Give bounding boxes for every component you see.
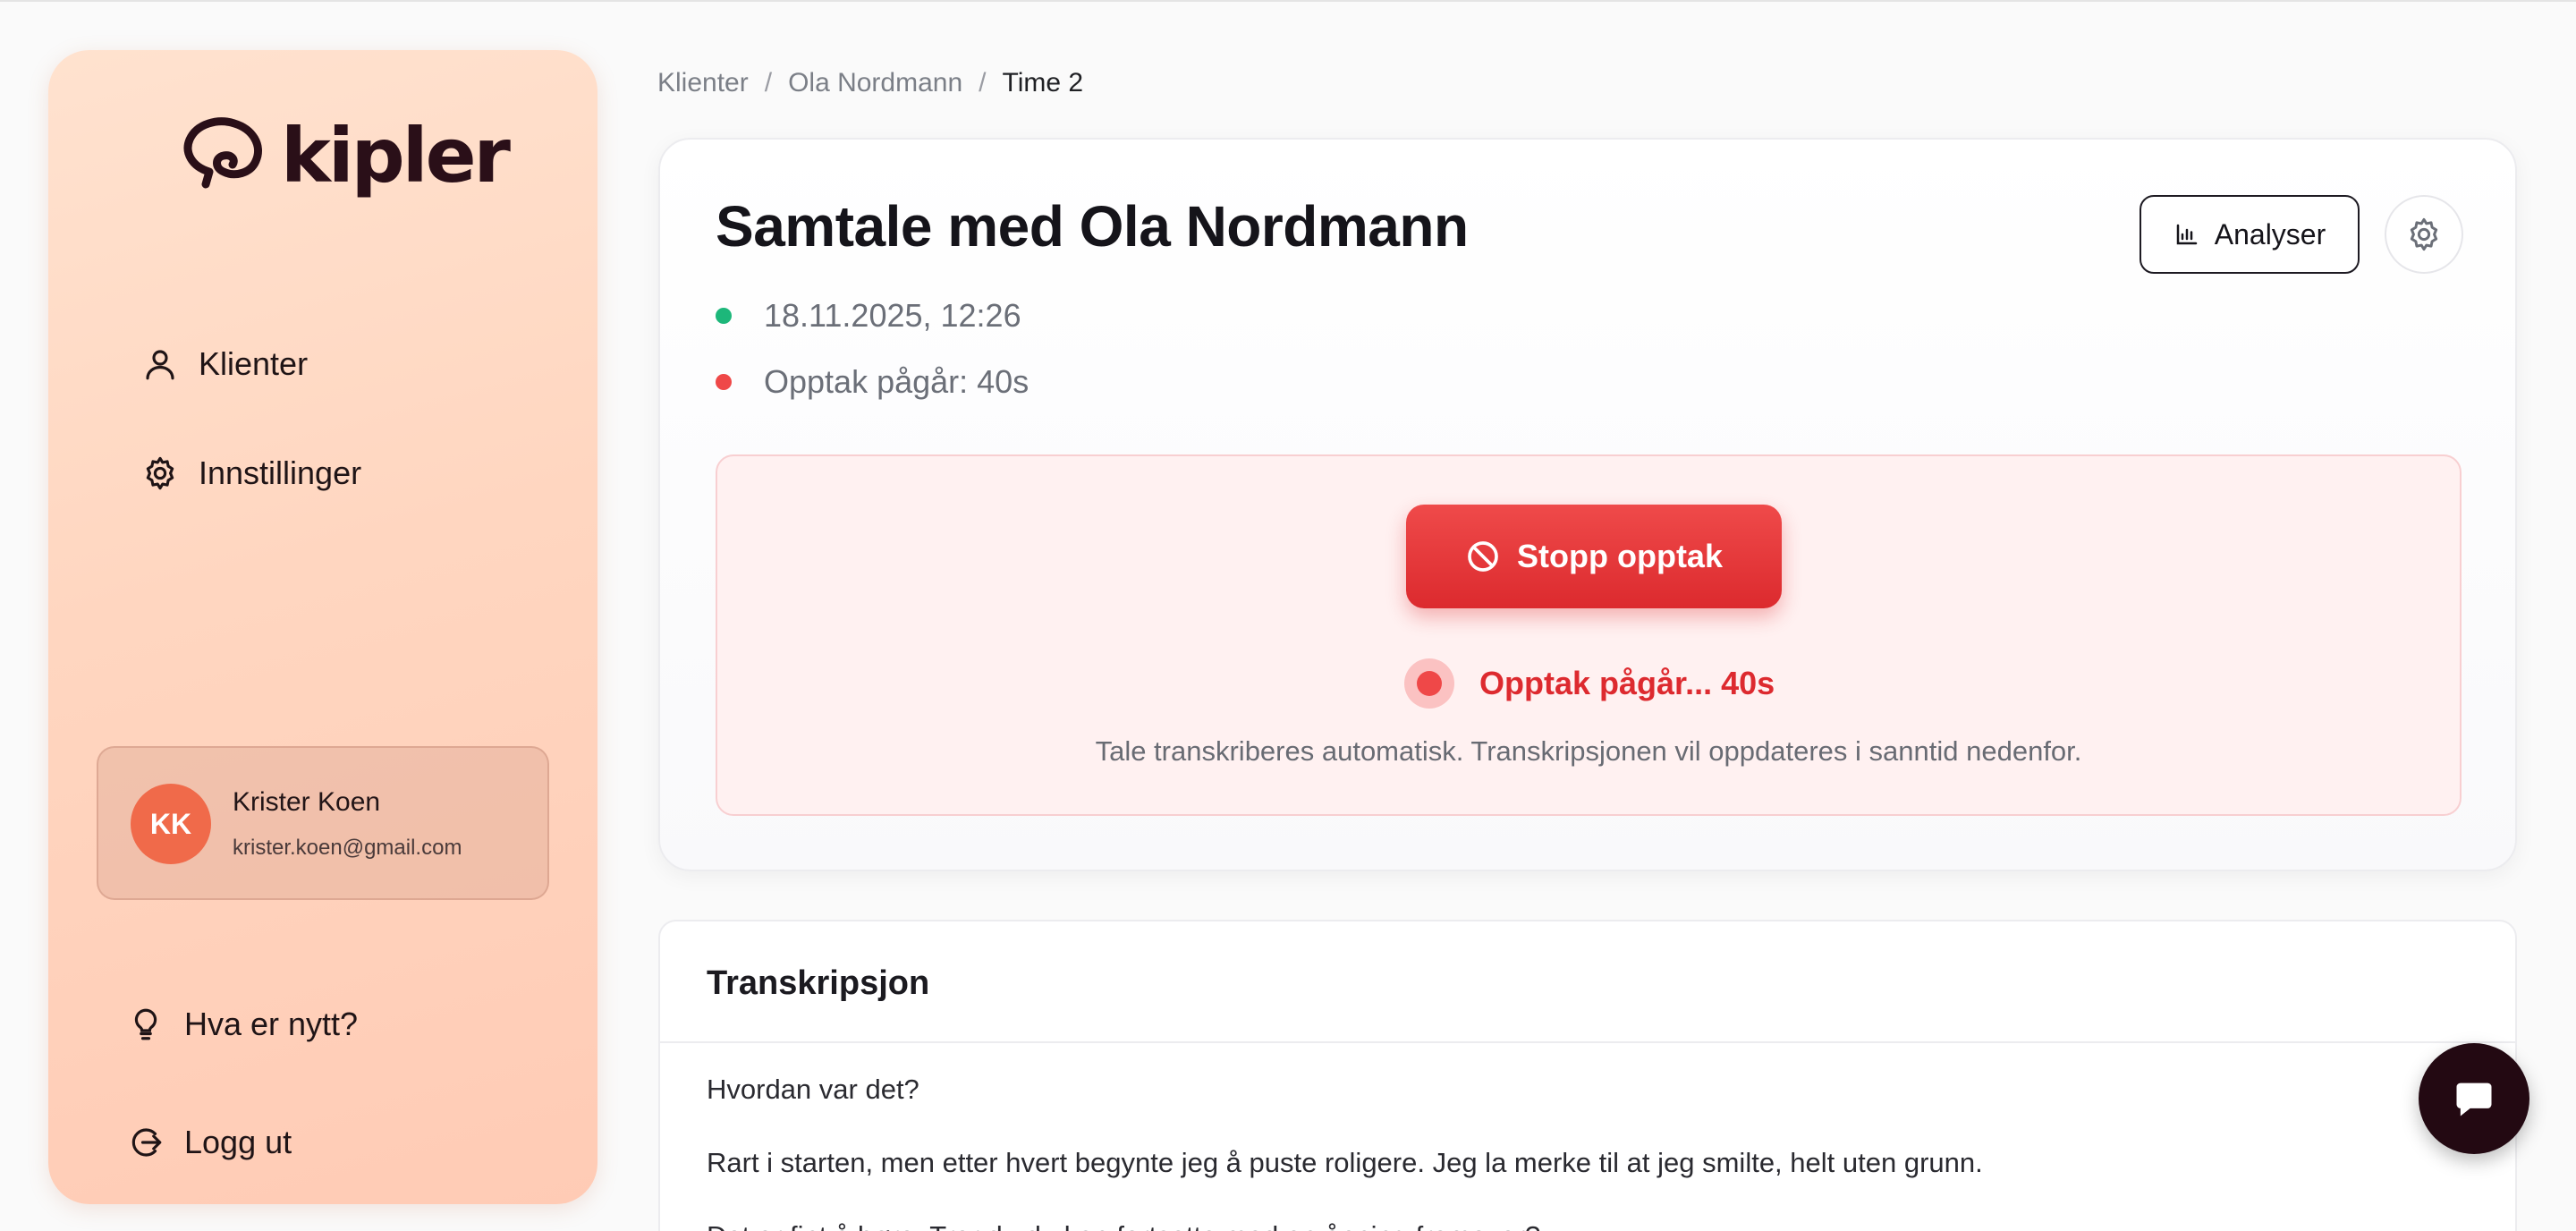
breadcrumb: Klienter / Ola Nordmann / Time 2	[657, 68, 1083, 98]
sidebar-item-label: Innstillinger	[199, 454, 362, 491]
brand-name: kipler	[281, 112, 511, 200]
transcript-title: Transkripsjon	[660, 921, 2515, 1043]
session-date: 18.11.2025, 12:26	[716, 297, 1021, 335]
transcript-line: Rart i starten, men etter hvert begynte …	[707, 1147, 1983, 1178]
sidebar-item-klienter[interactable]: Klienter	[141, 345, 308, 383]
status-dot-red	[716, 374, 732, 390]
recording-indicator: Opptak pågår... 40s	[1404, 658, 1775, 709]
user-icon	[146, 350, 174, 380]
session-settings-button[interactable]	[2385, 195, 2463, 274]
session-date-text: 18.11.2025, 12:26	[764, 297, 1021, 334]
kipler-logo[interactable]: kipler	[179, 112, 511, 200]
avatar: KK	[131, 784, 211, 864]
stop-recording-label: Stopp opptak	[1517, 538, 1723, 574]
recording-pulse-icon	[1404, 658, 1454, 709]
transcript-panel: Transkripsjon Hvordan var det? Rart i st…	[658, 920, 2517, 1231]
recording-indicator-text: Opptak pågår... 40s	[1479, 665, 1775, 701]
breadcrumb-current: Time 2	[1002, 68, 1084, 98]
recording-hint: Tale transkriberes automatisk. Transkrip…	[1095, 735, 2082, 767]
transcript-line: Det er fint å høre. Tror du du kan forts…	[707, 1220, 1540, 1231]
sidebar-item-label: Klienter	[199, 345, 309, 382]
analyse-button[interactable]: Analyser	[2140, 195, 2360, 274]
sidebar-item-label: Hva er nytt?	[184, 1006, 359, 1042]
sidebar-item-whats-new[interactable]: Hva er nytt?	[127, 1006, 358, 1043]
user-email: krister.koen@gmail.com	[233, 836, 462, 860]
recording-panel: Stopp opptak Opptak pågår... 40s Tale tr…	[716, 454, 2462, 816]
logout-icon	[131, 1128, 162, 1157]
session-card: Samtale med Ola Nordmann 18.11.2025, 12:…	[658, 138, 2517, 871]
session-recording-status: Opptak pågår: 40s	[716, 363, 1029, 401]
analyse-button-label: Analyser	[2214, 217, 2326, 250]
sidebar-item-label: Logg ut	[184, 1124, 292, 1160]
stop-recording-button[interactable]: Stopp opptak	[1406, 505, 1782, 608]
breadcrumb-separator: /	[764, 68, 773, 98]
gear-icon	[2410, 217, 2438, 251]
stop-icon	[1468, 541, 1498, 572]
breadcrumb-client[interactable]: Ola Nordmann	[788, 68, 962, 98]
bar-chart-icon	[2176, 224, 2197, 245]
sidebar: kipler Klienter Innstillinger KK Krister…	[48, 50, 597, 1204]
chat-button[interactable]	[2419, 1043, 2529, 1154]
user-name: Krister Koen	[233, 787, 381, 817]
logo-bubble-icon	[183, 117, 262, 189]
breadcrumb-separator: /	[979, 68, 987, 98]
page-title: Samtale med Ola Nordmann	[716, 194, 1469, 259]
chat-bubble-icon	[2456, 1082, 2492, 1116]
logout-button[interactable]: Logg ut	[127, 1124, 292, 1161]
gear-icon	[146, 456, 174, 490]
recording-status-text: Opptak pågår: 40s	[764, 363, 1030, 400]
sidebar-item-innstillinger[interactable]: Innstillinger	[141, 454, 361, 492]
breadcrumb-klienter[interactable]: Klienter	[657, 68, 749, 98]
status-dot-green	[716, 308, 732, 324]
user-card[interactable]: KK Krister Koen krister.koen@gmail.com	[97, 746, 549, 900]
transcript-line: Hvordan var det?	[707, 1074, 919, 1105]
lightbulb-icon	[134, 1008, 157, 1040]
